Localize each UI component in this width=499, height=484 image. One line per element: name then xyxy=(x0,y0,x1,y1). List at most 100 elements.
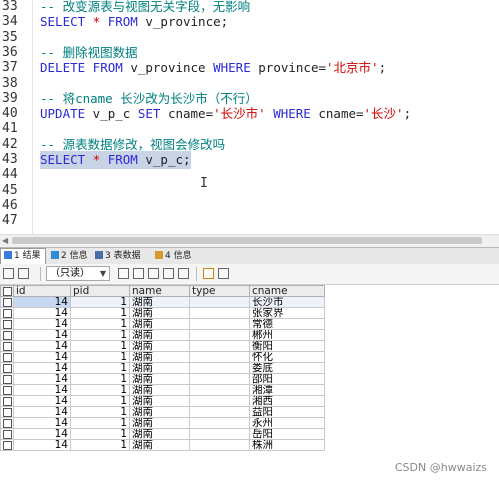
cell-pid[interactable]: 1 xyxy=(70,417,130,429)
filter-icon[interactable] xyxy=(178,268,189,279)
cell-type[interactable] xyxy=(189,329,250,341)
cell-name[interactable]: 湖南 xyxy=(129,362,190,374)
delete-row-icon[interactable] xyxy=(163,268,174,279)
cell-id[interactable]: 14 xyxy=(13,439,71,451)
editor-horizontal-scrollbar[interactable]: ◀ xyxy=(0,234,499,247)
row-checkbox[interactable] xyxy=(0,351,14,363)
cell-name[interactable]: 湖南 xyxy=(129,417,190,429)
grid-view-icon[interactable] xyxy=(3,268,14,279)
cell-id[interactable]: 14 xyxy=(13,318,71,330)
cell-type[interactable] xyxy=(189,296,250,308)
cell-cname[interactable]: 郴州 xyxy=(249,329,325,341)
cell-pid[interactable]: 1 xyxy=(70,384,130,396)
cell-type[interactable] xyxy=(189,307,250,319)
row-checkbox[interactable] xyxy=(0,395,14,407)
table-row[interactable]: 14 1 湖南 张家界 xyxy=(0,307,325,319)
table-row[interactable]: 14 1 湖南 益阳 xyxy=(0,406,325,418)
cell-name[interactable]: 湖南 xyxy=(129,307,190,319)
column-header-cname[interactable]: cname xyxy=(249,285,325,297)
cell-cname[interactable]: 怀化 xyxy=(249,351,325,363)
code-line[interactable]: 47 xyxy=(0,212,499,230)
scroll-left-arrow-icon[interactable]: ◀ xyxy=(2,236,8,245)
cell-name[interactable]: 湖南 xyxy=(129,439,190,451)
cell-name[interactable]: 湖南 xyxy=(129,329,190,341)
row-checkbox[interactable] xyxy=(0,417,14,429)
result-grid[interactable]: id pid name type cname 14 1 湖南 长沙市 14 1 湖南 张家界 14 1 湖南… xyxy=(0,285,499,484)
cell-type[interactable] xyxy=(189,318,250,330)
cell-cname[interactable]: 岳阳 xyxy=(249,428,325,440)
copy-row-icon[interactable] xyxy=(133,268,144,279)
tab-result-1[interactable]: 1 结果 xyxy=(0,248,46,265)
refresh-icon[interactable] xyxy=(118,268,129,279)
cell-cname[interactable]: 长沙市 xyxy=(249,296,325,308)
row-checkbox[interactable] xyxy=(0,439,14,451)
table-row[interactable]: 14 1 湖南 岳阳 xyxy=(0,428,325,440)
table-row[interactable]: 14 1 湖南 邵阳 xyxy=(0,373,325,385)
column-header-name[interactable]: name xyxy=(129,285,190,297)
row-checkbox[interactable] xyxy=(0,318,14,330)
cell-cname[interactable]: 湘西 xyxy=(249,395,325,407)
table-row[interactable]: 14 1 湖南 常德 xyxy=(0,318,325,330)
cell-pid[interactable]: 1 xyxy=(70,318,130,330)
table-row[interactable]: 14 1 湖南 永州 xyxy=(0,417,325,429)
cell-name[interactable]: 湖南 xyxy=(129,373,190,385)
cell-name[interactable]: 湖南 xyxy=(129,340,190,352)
cell-pid[interactable]: 1 xyxy=(70,428,130,440)
cell-id[interactable]: 14 xyxy=(13,384,71,396)
cell-cname[interactable]: 张家界 xyxy=(249,307,325,319)
cell-pid[interactable]: 1 xyxy=(70,340,130,352)
table-row[interactable]: 14 1 湖南 衡阳 xyxy=(0,340,325,352)
tab-result-3[interactable]: 3 表数据 xyxy=(92,249,145,263)
row-checkbox[interactable] xyxy=(0,428,14,440)
row-checkbox[interactable] xyxy=(0,340,14,352)
cell-type[interactable] xyxy=(189,351,250,363)
row-checkbox[interactable] xyxy=(0,362,14,374)
row-checkbox[interactable] xyxy=(0,384,14,396)
cell-pid[interactable]: 1 xyxy=(70,406,130,418)
cell-name[interactable]: 湖南 xyxy=(129,296,190,308)
column-header-type[interactable]: type xyxy=(189,285,250,297)
cell-type[interactable] xyxy=(189,406,250,418)
tab-result-2[interactable]: 2 信息 xyxy=(48,249,92,263)
cell-id[interactable]: 14 xyxy=(13,362,71,374)
cell-name[interactable]: 湖南 xyxy=(129,384,190,396)
cell-id[interactable]: 14 xyxy=(13,417,71,429)
cell-pid[interactable]: 1 xyxy=(70,351,130,363)
read-only-mode-select[interactable]: （只读） ▼ xyxy=(46,266,110,281)
row-checkbox[interactable] xyxy=(0,406,14,418)
cell-type[interactable] xyxy=(189,417,250,429)
cell-type[interactable] xyxy=(189,428,250,440)
table-row[interactable]: 14 1 湖南 株洲 xyxy=(0,439,325,451)
table-row[interactable]: 14 1 湖南 湘西 xyxy=(0,395,325,407)
table-row[interactable]: 14 1 湖南 长沙市 xyxy=(0,296,325,308)
cell-id[interactable]: 14 xyxy=(13,296,71,308)
cell-id[interactable]: 14 xyxy=(13,373,71,385)
cell-type[interactable] xyxy=(189,340,250,352)
table-row[interactable]: 14 1 湖南 湘潭 xyxy=(0,384,325,396)
cell-cname[interactable]: 湘潭 xyxy=(249,384,325,396)
cell-type[interactable] xyxy=(189,384,250,396)
cell-cname[interactable]: 益阳 xyxy=(249,406,325,418)
cell-name[interactable]: 湖南 xyxy=(129,351,190,363)
cell-pid[interactable]: 1 xyxy=(70,362,130,374)
row-checkbox[interactable] xyxy=(0,296,14,308)
cell-pid[interactable]: 1 xyxy=(70,439,130,451)
select-all-checkbox[interactable] xyxy=(0,285,14,297)
cell-name[interactable]: 湖南 xyxy=(129,395,190,407)
cell-cname[interactable]: 株洲 xyxy=(249,439,325,451)
table-layout-icon[interactable] xyxy=(203,268,214,279)
form-view-icon[interactable] xyxy=(218,268,229,279)
row-checkbox[interactable] xyxy=(0,373,14,385)
cell-type[interactable] xyxy=(189,395,250,407)
cell-cname[interactable]: 永州 xyxy=(249,417,325,429)
cell-type[interactable] xyxy=(189,439,250,451)
row-checkbox[interactable] xyxy=(0,329,14,341)
cell-name[interactable]: 湖南 xyxy=(129,428,190,440)
cell-cname[interactable]: 邵阳 xyxy=(249,373,325,385)
table-row[interactable]: 14 1 湖南 娄底 xyxy=(0,362,325,374)
column-header-pid[interactable]: pid xyxy=(70,285,130,297)
table-row[interactable]: 14 1 湖南 郴州 xyxy=(0,329,325,341)
sql-editor[interactable]: 33 -- 改变源表与视图无关字段，无影响 34 SELECT * FROM v_pr… xyxy=(0,0,499,234)
cell-pid[interactable]: 1 xyxy=(70,296,130,308)
cell-name[interactable]: 湖南 xyxy=(129,406,190,418)
